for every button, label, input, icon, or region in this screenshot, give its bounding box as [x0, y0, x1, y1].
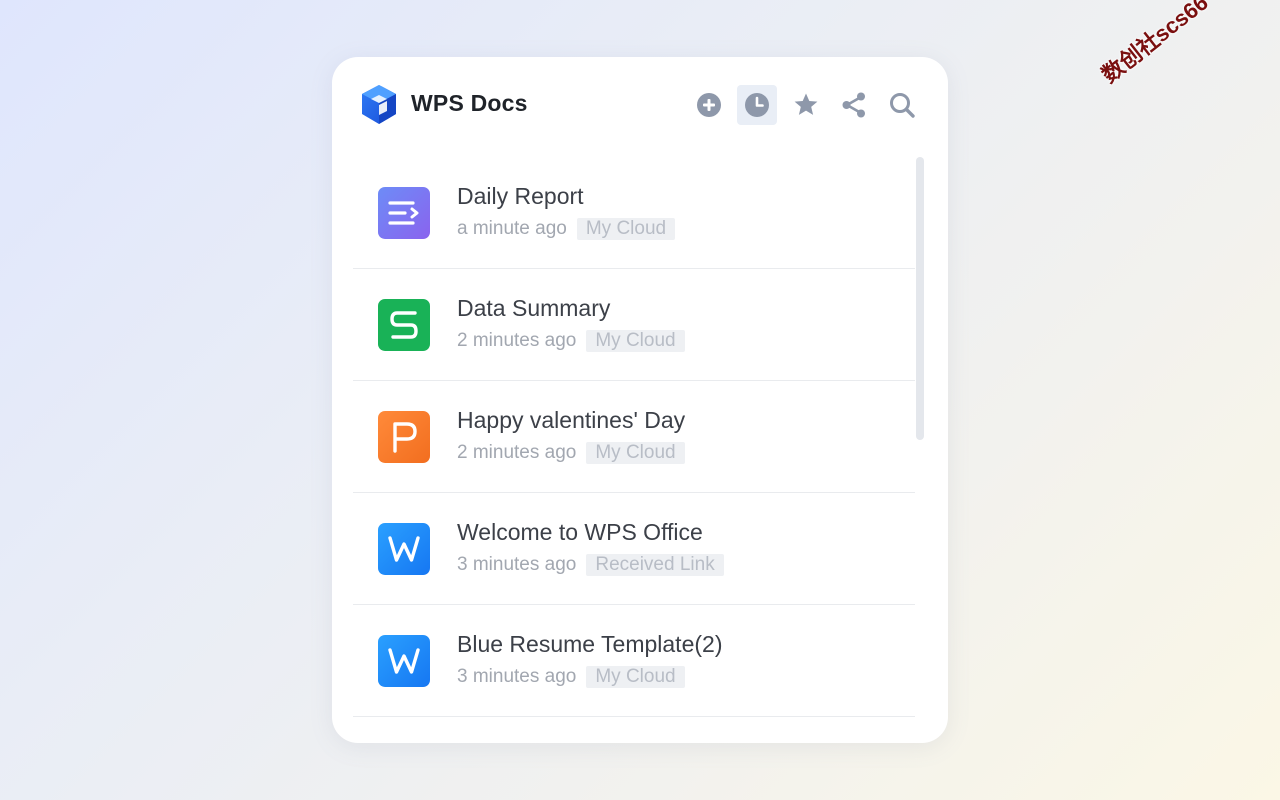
file-location-tag: My Cloud: [586, 442, 685, 464]
app-title: WPS Docs: [411, 90, 528, 116]
new-document-button[interactable]: [689, 85, 729, 125]
wps-docs-logo-icon: [362, 85, 396, 124]
file-location-tag: My Cloud: [576, 218, 676, 240]
share-button[interactable]: [834, 85, 874, 125]
file-list-item[interactable]: Blue Resume Template(2) 3 minutes ago My…: [353, 605, 915, 717]
file-name: Data Summary: [457, 295, 611, 321]
star-icon: [794, 93, 818, 115]
starred-tab-button[interactable]: [786, 85, 826, 125]
share-icon: [842, 92, 865, 118]
recent-tab-button[interactable]: [737, 85, 777, 125]
presentation-file-icon: [378, 411, 430, 463]
file-time: 2 minutes ago: [457, 330, 577, 351]
file-location-tag: Received Link: [586, 554, 724, 576]
file-meta: 2 minutes ago My Cloud: [457, 442, 685, 464]
watermark-text: 数创社scs66: [1097, 0, 1213, 88]
file-list-item[interactable]: Happy valentines' Day 2 minutes ago My C…: [353, 381, 915, 493]
file-name: Welcome to WPS Office: [457, 519, 703, 545]
panel-header: WPS Docs: [332, 57, 948, 155]
file-location-tag: My Cloud: [586, 330, 685, 352]
search-button[interactable]: [882, 85, 922, 125]
file-meta: 3 minutes ago My Cloud: [457, 666, 685, 688]
file-list-item[interactable]: Daily Report a minute ago My Cloud: [353, 157, 915, 269]
file-list-item[interactable]: Welcome to WPS Office 3 minutes ago Rece…: [353, 493, 915, 605]
file-name: Happy valentines' Day: [457, 407, 686, 433]
file-location-tag: My Cloud: [586, 666, 685, 688]
file-meta: 3 minutes ago Received Link: [457, 554, 724, 576]
spreadsheet-file-icon: [378, 299, 430, 351]
file-meta: 2 minutes ago My Cloud: [457, 330, 685, 352]
search-icon: [890, 93, 915, 118]
file-time: a minute ago: [457, 218, 567, 239]
list-scrollbar[interactable]: [916, 157, 924, 440]
recent-files-list: Daily Report a minute ago My Cloud Data …: [353, 157, 915, 743]
writer-file-icon: [378, 523, 430, 575]
file-time: 3 minutes ago: [457, 666, 577, 687]
wps-docs-panel: WPS Docs Daily Report a minute ago My Cl…: [332, 57, 948, 743]
file-time: 3 minutes ago: [457, 554, 577, 575]
file-name: Daily Report: [457, 183, 584, 209]
recent-clock-icon: [745, 93, 769, 117]
note-file-icon: [378, 187, 430, 239]
file-name: Blue Resume Template(2): [457, 631, 723, 657]
file-list-item[interactable]: Data Summary 2 minutes ago My Cloud: [353, 269, 915, 381]
file-time: 2 minutes ago: [457, 442, 577, 463]
writer-file-icon: [378, 635, 430, 687]
file-meta: a minute ago My Cloud: [457, 218, 676, 240]
add-icon: [697, 93, 721, 117]
